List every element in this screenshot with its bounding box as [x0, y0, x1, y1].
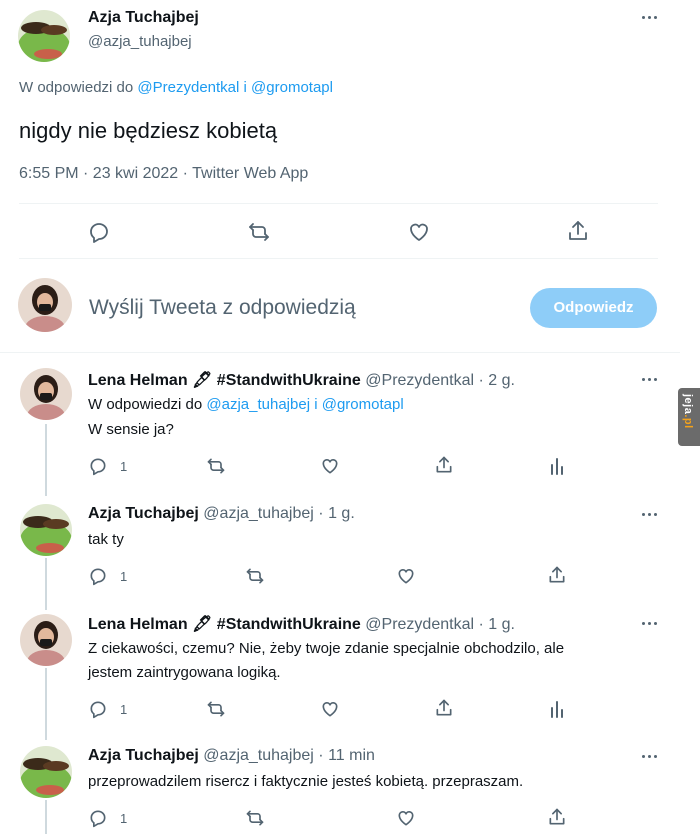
reply-icon[interactable] [88, 808, 108, 828]
reply-icon[interactable] [88, 456, 108, 476]
tweet-header: Lena Helman 🖋 #StandwithUkraine @Prezyde… [88, 370, 515, 390]
share-icon[interactable] [547, 807, 567, 827]
reply-prefix: W odpowiedzi do [19, 79, 134, 96]
author-handle[interactable]: @azja_tuhajbej [203, 747, 314, 764]
reply-prefix: W odpowiedzi do [88, 396, 203, 413]
reply-icon[interactable] [87, 220, 111, 244]
watermark-main: jeja [682, 394, 694, 415]
retweet-icon[interactable] [245, 566, 265, 586]
current-user-avatar[interactable] [18, 278, 72, 332]
author-name[interactable]: Azja Tuchajbej [88, 747, 199, 764]
share-icon[interactable] [566, 219, 590, 243]
reply-icon[interactable] [88, 566, 108, 586]
reply-input[interactable]: Wyślij Tweeta z odpowiedzią [89, 296, 356, 320]
tweet-text: tak ty [88, 531, 124, 548]
author-handle[interactable]: @Prezydentkal [365, 616, 474, 633]
watermark-accent: .pl [682, 414, 694, 429]
like-icon[interactable] [320, 456, 340, 476]
tweet-text-line: Z ciekawości, czemu? Nie, żeby twoje zda… [88, 640, 565, 657]
reply-button[interactable]: Odpowiedz [530, 288, 657, 328]
author-handle[interactable]: @azja_tuhajbej [88, 33, 192, 50]
like-icon[interactable] [320, 699, 340, 719]
thread-connector [45, 800, 47, 834]
author-handle[interactable]: @azja_tuhajbej [203, 505, 314, 522]
reply-count: 1 [120, 702, 128, 717]
tweet-header: Azja Tuchajbej @azja_tuhajbej · 1 g. [88, 505, 355, 523]
author-name[interactable]: Lena Helman 🖋 #StandwithUkraine [88, 616, 361, 633]
author-name[interactable]: Azja Tuchajbej [88, 9, 199, 27]
author-avatar[interactable] [20, 368, 72, 420]
author-name[interactable]: Azja Tuchajbej [88, 505, 199, 522]
author-avatar[interactable] [20, 746, 72, 798]
thread-connector [45, 668, 47, 740]
retweet-icon[interactable] [247, 220, 271, 244]
more-options-icon[interactable] [640, 747, 660, 767]
tweet-text: nigdy nie będziesz kobietą [19, 118, 278, 143]
more-options-icon[interactable] [640, 614, 660, 634]
more-options-icon[interactable] [640, 8, 660, 28]
mention-joiner: i [314, 396, 318, 413]
analytics-icon[interactable] [547, 456, 567, 476]
like-icon[interactable] [396, 566, 416, 586]
mention-link[interactable]: @azja_tuhajbej [206, 396, 310, 413]
tweet-time[interactable]: · 2 g. [478, 372, 514, 389]
thread-connector [45, 558, 47, 610]
mention-link[interactable]: @gromotapl [322, 396, 404, 413]
tweet-time[interactable]: · 1 g. [318, 505, 354, 522]
author-avatar[interactable] [18, 10, 70, 62]
tweet-text: przeprowadzilem risercz i faktycznie jes… [88, 773, 524, 790]
share-icon[interactable] [434, 698, 454, 718]
reply-count: 1 [120, 459, 128, 474]
share-icon[interactable] [547, 565, 567, 585]
author-name[interactable]: Lena Helman 🖋 #StandwithUkraine [88, 372, 361, 389]
tweet-header: Azja Tuchajbej @azja_tuhajbej · 11 min [88, 747, 375, 765]
analytics-icon[interactable] [547, 699, 567, 719]
retweet-icon[interactable] [206, 699, 226, 719]
tweet-time[interactable]: · 11 min [318, 747, 375, 764]
divider [0, 352, 680, 353]
reply-icon[interactable] [88, 699, 108, 719]
reply-count: 1 [120, 569, 128, 584]
mention-link[interactable]: @Prezydentkal [137, 79, 239, 96]
share-icon[interactable] [434, 455, 454, 475]
reply-count: 1 [120, 811, 128, 826]
reply-context: W odpowiedzi do @azja_tuhajbej i @gromot… [88, 396, 404, 413]
tweet-time[interactable]: · 1 g. [478, 616, 514, 633]
tweet-text: W sensie ja? [88, 421, 174, 438]
like-icon[interactable] [407, 220, 431, 244]
thread-connector [45, 424, 47, 496]
mention-link[interactable]: @gromotapl [251, 79, 333, 96]
more-options-icon[interactable] [640, 505, 660, 525]
jeja-watermark: jeja.pl [678, 388, 700, 446]
watermark-text: jeja.pl [682, 394, 694, 429]
retweet-icon[interactable] [245, 808, 265, 828]
more-options-icon[interactable] [640, 370, 660, 390]
reply-context: W odpowiedzi do @Prezydentkal i @gromota… [19, 79, 333, 96]
author-avatar[interactable] [20, 504, 72, 556]
author-avatar[interactable] [20, 614, 72, 666]
tweet-text-line: jestem zaintrygowana logiką. [88, 664, 281, 681]
retweet-icon[interactable] [206, 456, 226, 476]
like-icon[interactable] [396, 808, 416, 828]
tweet-header: Lena Helman 🖋 #StandwithUkraine @Prezyde… [88, 614, 515, 634]
divider [19, 258, 658, 259]
tweet-meta[interactable]: 6:55 PM · 23 kwi 2022 · Twitter Web App [19, 165, 308, 183]
mention-joiner: i [243, 79, 247, 96]
divider [19, 203, 658, 204]
author-handle[interactable]: @Prezydentkal [365, 372, 474, 389]
